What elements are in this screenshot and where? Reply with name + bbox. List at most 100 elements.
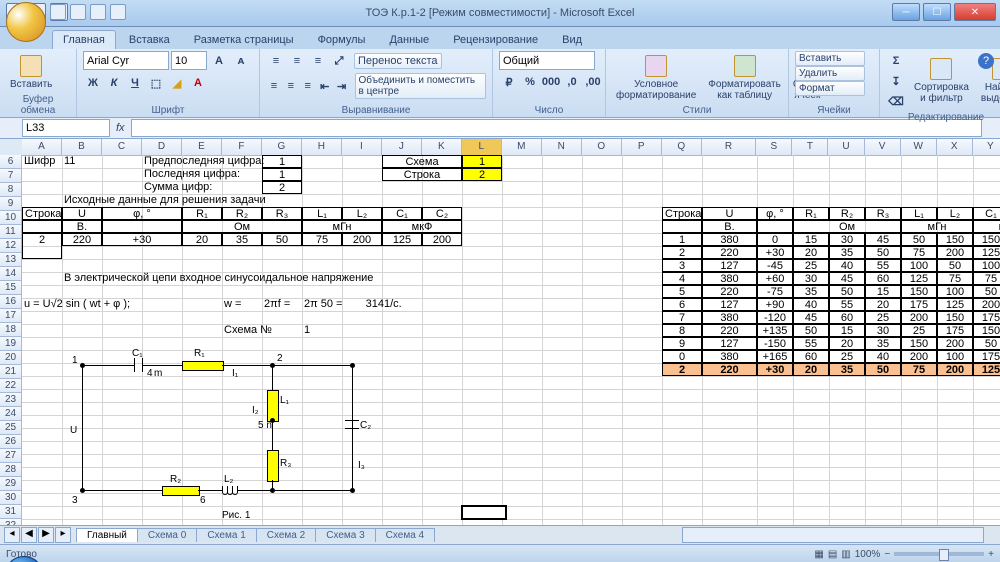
cell[interactable]: 0 — [662, 350, 702, 363]
col-header-K[interactable]: K — [422, 139, 462, 155]
col-header-T[interactable]: T — [792, 139, 828, 155]
cell[interactable]: мГн — [901, 220, 973, 233]
col-header-W[interactable]: W — [901, 139, 937, 155]
col-header-H[interactable]: H — [302, 139, 342, 155]
align-top-icon[interactable]: ≡ — [266, 51, 286, 71]
row-header-18[interactable]: 18 — [0, 323, 22, 337]
name-box[interactable] — [22, 119, 110, 137]
orientation-icon[interactable]: ⤢ — [329, 51, 349, 71]
cell[interactable]: 35 — [865, 337, 901, 350]
cell[interactable]: 25 — [829, 350, 865, 363]
row-headers[interactable]: 6789101112131415161718192021222324252627… — [0, 155, 22, 525]
row-header-29[interactable]: 29 — [0, 477, 22, 491]
worksheet-area[interactable]: ABCDEFGHIJKLMNOPQRSTUVWXYZAAABAC 6789101… — [0, 139, 1000, 525]
cell[interactable] — [662, 220, 702, 233]
insert-cells-button[interactable]: Вставить — [795, 51, 865, 66]
col-header-S[interactable]: S — [756, 139, 792, 155]
cell[interactable]: 220 — [702, 324, 757, 337]
cell[interactable]: 2π 50 = — [302, 298, 346, 311]
indent-inc-icon[interactable]: ⇥ — [334, 76, 350, 96]
row-header-8[interactable]: 8 — [0, 183, 22, 197]
cell[interactable]: 35 — [829, 246, 865, 259]
sheet-tab-4[interactable]: Схема 3 — [315, 528, 375, 542]
col-header-B[interactable]: B — [62, 139, 102, 155]
cell[interactable]: 4 — [662, 272, 702, 285]
sheet-tab-5[interactable]: Схема 4 — [375, 528, 435, 542]
cell[interactable]: 2 — [22, 233, 62, 259]
row-header-15[interactable]: 15 — [0, 281, 22, 295]
cell[interactable]: -45 — [757, 259, 793, 272]
minimize-button[interactable]: ─ — [892, 3, 920, 21]
cell[interactable]: 200 — [937, 246, 973, 259]
col-header-L[interactable]: L — [462, 139, 502, 155]
row-header-14[interactable]: 14 — [0, 267, 22, 281]
col-header-D[interactable]: D — [142, 139, 182, 155]
cell[interactable]: R₃ — [262, 207, 302, 220]
sort-filter-button[interactable]: Сортировка и фильтр — [910, 56, 973, 106]
cell[interactable]: 75 — [901, 246, 937, 259]
col-header-O[interactable]: O — [582, 139, 622, 155]
cell[interactable] — [22, 220, 62, 233]
cell[interactable]: +30 — [757, 246, 793, 259]
cell[interactable]: 100 — [973, 259, 1000, 272]
cell[interactable]: U — [702, 207, 757, 220]
cell[interactable]: 45 — [793, 311, 829, 324]
ribbon-tab-6[interactable]: Вид — [551, 30, 593, 49]
cell[interactable]: Предпоследняя цифра: — [142, 155, 266, 168]
cell[interactable]: 50 — [793, 324, 829, 337]
zoom-level[interactable]: 100% — [855, 549, 881, 560]
cell[interactable]: R₁ — [793, 207, 829, 220]
cell[interactable]: 1/с. — [382, 298, 426, 311]
cell[interactable]: 127 — [702, 259, 757, 272]
cell[interactable]: 200 — [937, 337, 973, 350]
cell[interactable]: 60 — [865, 272, 901, 285]
cell[interactable]: 60 — [793, 350, 829, 363]
cell[interactable]: Ом — [793, 220, 901, 233]
cell[interactable]: 75 — [302, 233, 342, 246]
row-header-28[interactable]: 28 — [0, 463, 22, 477]
cell[interactable]: 150 — [937, 233, 973, 246]
cell[interactable]: u = U√2 sin ( wt + φ ); — [22, 298, 186, 311]
ribbon-tab-3[interactable]: Формулы — [307, 30, 377, 49]
cell[interactable]: мкФ — [382, 220, 462, 233]
cell[interactable]: -150 — [757, 337, 793, 350]
cell[interactable]: 125 — [973, 246, 1000, 259]
cell[interactable]: 35 — [829, 363, 865, 376]
cell[interactable]: 175 — [901, 298, 937, 311]
cell[interactable]: 20 — [793, 246, 829, 259]
cell[interactable]: 2 — [262, 181, 302, 194]
cell[interactable]: В электрической цепи входное синусоидаль… — [62, 272, 466, 285]
cell[interactable]: 175 — [973, 350, 1000, 363]
cell[interactable]: +30 — [102, 233, 182, 246]
cell[interactable]: В. — [702, 220, 757, 233]
col-header-R[interactable]: R — [702, 139, 757, 155]
delete-cells-button[interactable]: Удалить — [795, 66, 865, 81]
cell[interactable]: 380 — [702, 272, 757, 285]
view-normal-icon[interactable]: ▦ — [814, 549, 823, 560]
row-header-25[interactable]: 25 — [0, 421, 22, 435]
row-header-32[interactable]: 32 — [0, 519, 22, 525]
cell[interactable]: 35 — [793, 285, 829, 298]
cell[interactable]: 100 — [937, 285, 973, 298]
cell[interactable]: 0 — [757, 233, 793, 246]
office-button[interactable] — [6, 2, 46, 42]
cell[interactable]: 35 — [222, 233, 262, 246]
col-header-P[interactable]: P — [622, 139, 662, 155]
font-size-combo[interactable]: 10 — [171, 51, 207, 70]
view-layout-icon[interactable]: ▤ — [828, 549, 837, 560]
wrap-text-button[interactable]: Перенос текста — [354, 53, 442, 69]
cell[interactable]: 200 — [422, 233, 462, 246]
align-left-icon[interactable]: ≡ — [266, 76, 282, 96]
cell[interactable]: 50 — [262, 233, 302, 246]
view-break-icon[interactable]: ▥ — [841, 549, 850, 560]
cell[interactable]: +60 — [757, 272, 793, 285]
comma-icon[interactable]: 000 — [541, 72, 561, 92]
column-headers[interactable]: ABCDEFGHIJKLMNOPQRSTUVWXYZAAABAC — [22, 139, 1000, 156]
cell[interactable]: 2 — [662, 246, 702, 259]
cell[interactable]: -120 — [757, 311, 793, 324]
col-header-A[interactable]: A — [22, 139, 62, 155]
row-header-31[interactable]: 31 — [0, 505, 22, 519]
fill-icon[interactable]: ↧ — [886, 71, 906, 91]
cell[interactable]: Ом — [182, 220, 302, 233]
help-icon[interactable]: ? — [978, 53, 994, 69]
